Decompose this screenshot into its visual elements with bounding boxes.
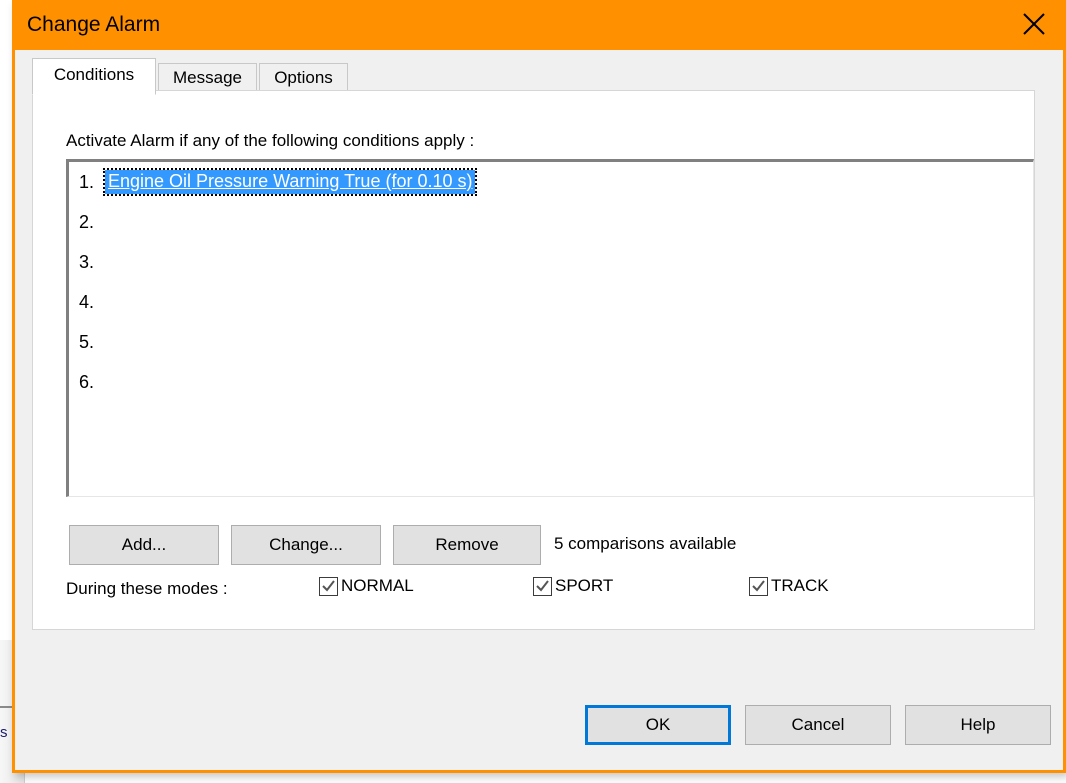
list-item-index: 4. (79, 291, 95, 312)
ok-button[interactable]: OK (585, 705, 731, 745)
list-item-index: 6. (79, 371, 95, 392)
conditions-list[interactable]: 1. Engine Oil Pressure Warning True (for… (66, 159, 1034, 497)
background-text-fragment: s (0, 724, 8, 741)
conditions-tab-panel: Activate Alarm if any of the following c… (32, 90, 1035, 630)
add-condition-button[interactable]: Add... (69, 525, 219, 565)
list-item-index: 1. (79, 171, 95, 192)
list-item-label (105, 381, 111, 384)
remove-condition-button[interactable]: Remove (393, 525, 541, 565)
list-item-label: Engine Oil Pressure Warning True (for 0.… (102, 168, 478, 196)
list-item[interactable]: 3. (69, 242, 1033, 282)
list-item[interactable]: 2. (69, 202, 1033, 242)
cancel-button[interactable]: Cancel (745, 705, 891, 745)
list-item[interactable]: 6. (69, 362, 1033, 402)
mode-checkbox-track[interactable]: TRACK (749, 576, 829, 596)
tab-message[interactable]: Message (158, 63, 257, 92)
title-bar: Change Alarm (15, 0, 1063, 50)
list-item-label (105, 261, 111, 264)
mode-checkbox-sport[interactable]: SPORT (533, 576, 613, 596)
panel-caption: Activate Alarm if any of the following c… (66, 131, 475, 150)
list-item-index: 3. (79, 251, 95, 272)
comparisons-available-status: 5 comparisons available (554, 534, 737, 553)
help-button[interactable]: Help (905, 705, 1051, 745)
mode-label: NORMAL (341, 576, 414, 595)
checkmark-icon (533, 576, 552, 596)
list-item-index: 5. (79, 331, 95, 352)
window-title: Change Alarm (27, 13, 161, 36)
list-item-label (105, 301, 111, 304)
tab-conditions[interactable]: Conditions (32, 58, 156, 95)
change-condition-button[interactable]: Change... (231, 525, 381, 565)
list-item[interactable]: 4. (69, 282, 1033, 322)
change-alarm-dialog: Change Alarm Conditions Message Options … (12, 0, 1066, 773)
checkmark-icon (319, 576, 338, 596)
modes-label: During these modes : (66, 579, 228, 598)
close-icon[interactable] (1005, 0, 1063, 50)
list-item[interactable]: 1. Engine Oil Pressure Warning True (for… (69, 162, 1033, 202)
tab-options[interactable]: Options (259, 63, 348, 92)
checkmark-icon (749, 576, 768, 596)
list-item[interactable]: 5. (69, 322, 1033, 362)
mode-checkbox-normal[interactable]: NORMAL (319, 576, 414, 596)
list-item-label (105, 341, 111, 344)
list-item-index: 2. (79, 211, 95, 232)
mode-label: TRACK (771, 576, 829, 595)
list-item-label (105, 221, 111, 224)
mode-label: SPORT (555, 576, 614, 595)
